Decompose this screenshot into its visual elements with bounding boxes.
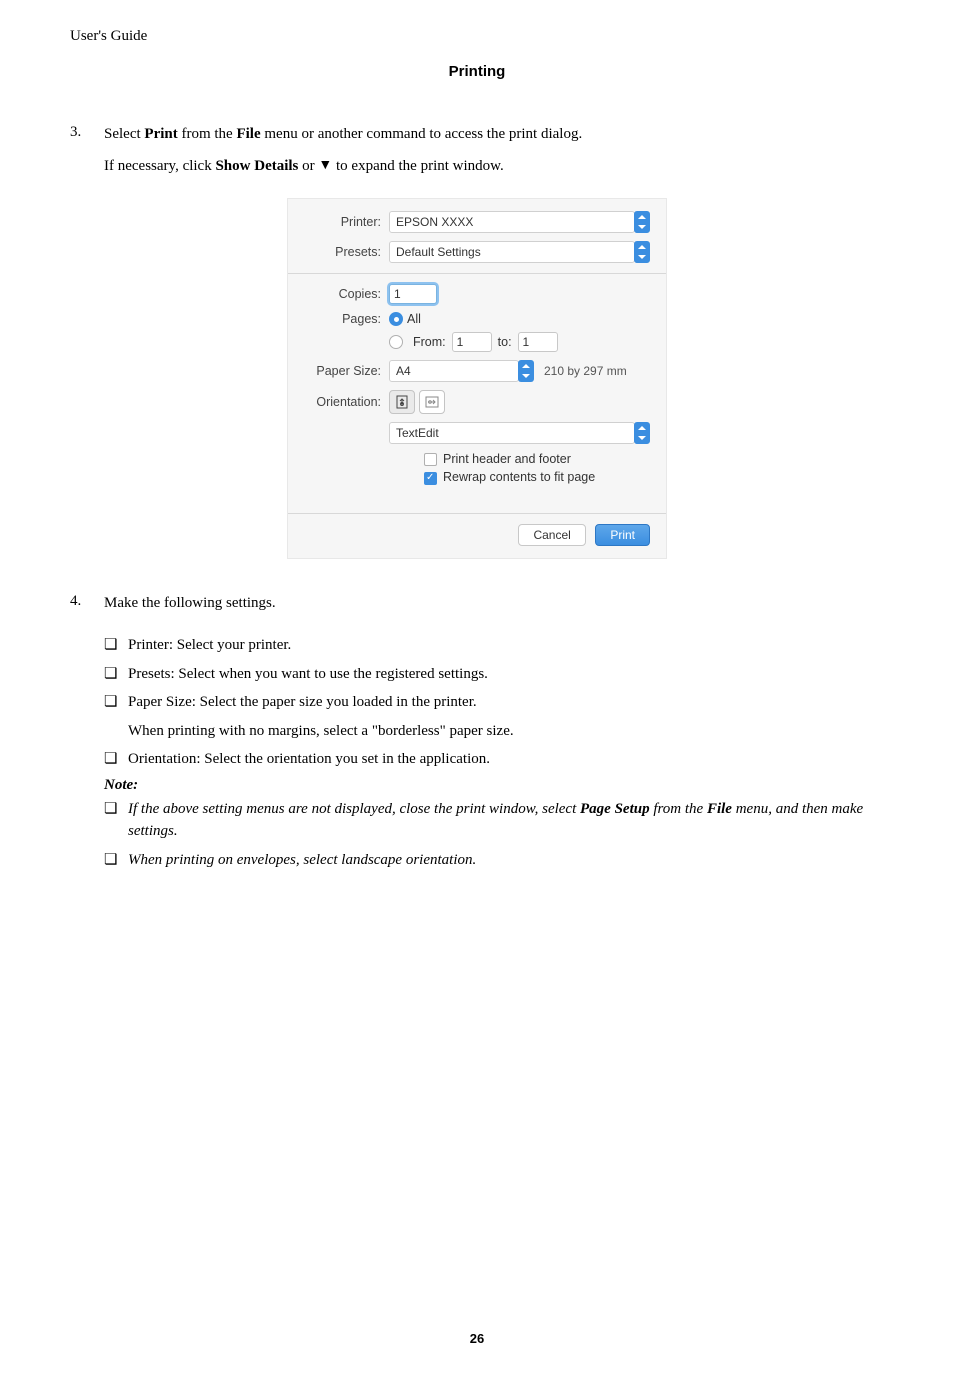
orientation-landscape-button[interactable] (419, 390, 445, 414)
papersize-label: Paper Size: (304, 364, 389, 378)
text: from the (178, 126, 237, 142)
bullet-icon: ❏ (104, 663, 128, 686)
step4-intro: Make the following settings. (104, 593, 884, 615)
text: Page Setup (580, 801, 650, 817)
note-item: When printing on envelopes, select lands… (128, 849, 884, 872)
down-triangle-icon: ▼ (318, 156, 332, 176)
text: menu or another command to access the pr… (261, 126, 583, 142)
note-heading: Note: (104, 777, 884, 794)
step-number: 4. (70, 593, 104, 625)
printer-value: EPSON XXXX (396, 215, 628, 229)
stepper-icon[interactable] (634, 422, 650, 444)
pages-label: Pages: (304, 312, 389, 326)
bullet-icon: ❏ (104, 849, 128, 872)
orientation-label: Orientation: (304, 395, 389, 409)
orientation-portrait-button[interactable] (389, 390, 415, 414)
text: If necessary, click (104, 158, 215, 174)
stepper-icon[interactable] (634, 241, 650, 263)
papersize-dimensions: 210 by 297 mm (544, 364, 627, 378)
text: or (298, 158, 318, 174)
bullet-icon: ❏ (104, 691, 128, 714)
print-header-checkbox[interactable] (424, 453, 437, 466)
bullet-icon: ❏ (104, 634, 128, 657)
papersize-select[interactable]: A4 (389, 360, 519, 382)
stepper-icon[interactable] (518, 360, 534, 382)
note-item: If the above setting menus are not displ… (128, 798, 884, 843)
printer-label: Printer: (304, 215, 389, 229)
page-number: 26 (70, 1331, 884, 1346)
text: from the (650, 801, 707, 817)
panel-select-value: TextEdit (396, 426, 628, 440)
copies-input[interactable]: 1 (389, 284, 437, 304)
print-header-label: Print header and footer (443, 452, 571, 466)
text: Select (104, 126, 144, 142)
portrait-icon (396, 395, 408, 409)
text: If the above setting menus are not displ… (128, 801, 580, 817)
pages-from-input[interactable]: 1 (452, 332, 492, 352)
presets-label: Presets: (304, 245, 389, 259)
list-item: Orientation: Select the orientation you … (128, 748, 884, 771)
pages-to-value: 1 (523, 335, 530, 349)
printer-select[interactable]: EPSON XXXX (389, 211, 635, 233)
text: Show Details (215, 158, 298, 174)
rewrap-label: Rewrap contents to fit page (443, 470, 595, 484)
print-button[interactable]: Print (595, 524, 650, 546)
pages-all-label: All (407, 312, 421, 326)
pages-from-radio[interactable] (389, 335, 403, 349)
pages-from-value: 1 (457, 335, 464, 349)
panel-select[interactable]: TextEdit (389, 422, 635, 444)
bullet-icon: ❏ (104, 798, 128, 821)
list-item: Presets: Select when you want to use the… (128, 663, 884, 686)
step-number: 3. (70, 124, 104, 188)
list-item: Printer: Select your printer. (128, 634, 884, 657)
copies-label: Copies: (304, 287, 389, 301)
list-item: Paper Size: Select the paper size you lo… (128, 691, 884, 714)
copies-value: 1 (394, 287, 401, 301)
doc-title: User's Guide (70, 28, 884, 45)
text: File (236, 126, 260, 142)
bullet-icon: ❏ (104, 748, 128, 771)
stepper-icon[interactable] (634, 211, 650, 233)
print-dialog: Printer: EPSON XXXX Presets: Default Set… (287, 198, 667, 559)
presets-value: Default Settings (396, 245, 628, 259)
step3-line1: Select Print from the File menu or anoth… (104, 124, 884, 146)
landscape-icon (425, 396, 439, 408)
text: File (707, 801, 732, 817)
section-heading: Printing (70, 63, 884, 80)
pages-to-label: to: (498, 335, 512, 349)
text: Print (144, 126, 177, 142)
list-item-sub: When printing with no margins, select a … (128, 720, 884, 743)
papersize-value: A4 (396, 364, 512, 378)
cancel-button[interactable]: Cancel (518, 524, 585, 546)
pages-from-label: From: (413, 335, 446, 349)
pages-to-input[interactable]: 1 (518, 332, 558, 352)
rewrap-checkbox[interactable] (424, 472, 437, 485)
step3-line2: If necessary, click Show Details or ▼ to… (104, 156, 884, 178)
presets-select[interactable]: Default Settings (389, 241, 635, 263)
text: to expand the print window. (332, 158, 504, 174)
pages-all-radio[interactable] (389, 312, 403, 326)
